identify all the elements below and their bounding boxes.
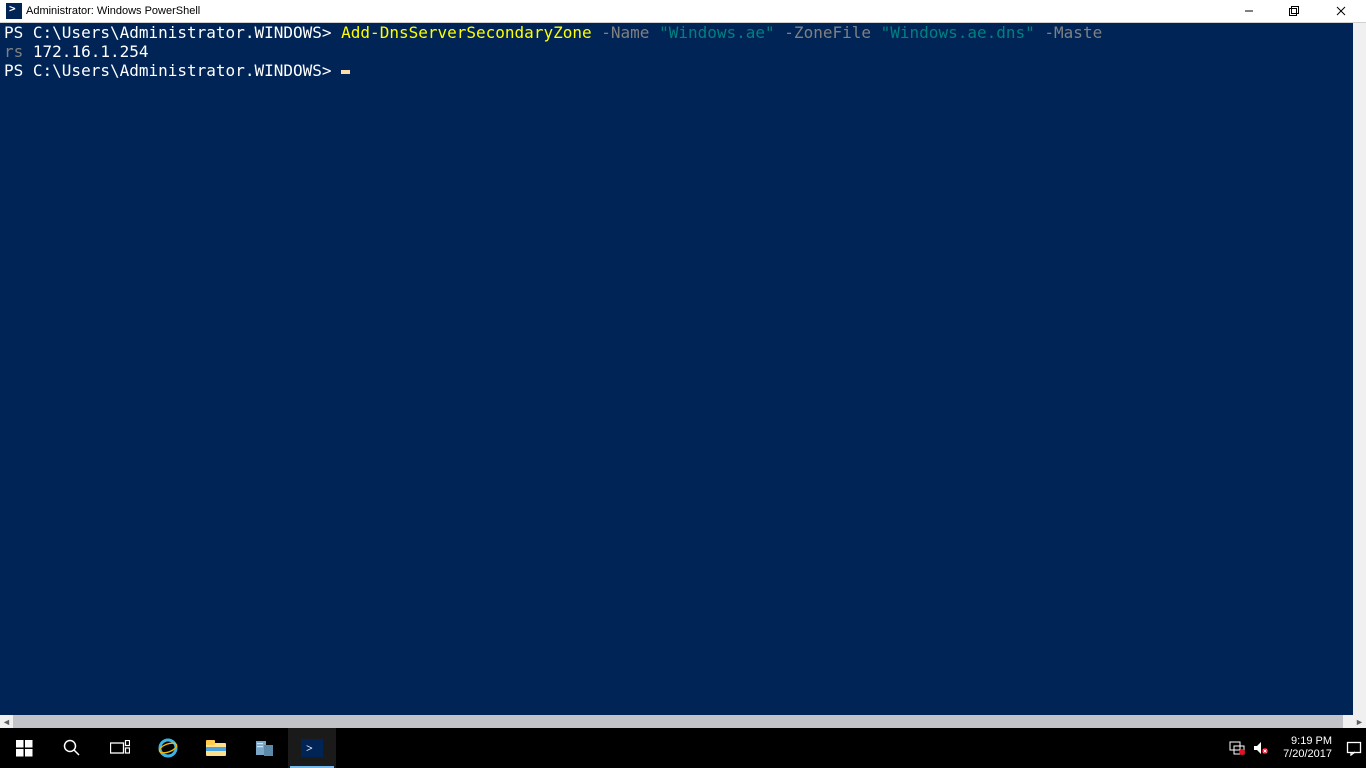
taskbar-app-explorer[interactable] [192,728,240,768]
param-name-value: "Windows.ae" [659,23,775,42]
scroll-track[interactable] [13,715,1353,728]
horizontal-scrollbar[interactable]: ◄ ► [0,715,1366,728]
vertical-scrollbar[interactable] [1353,23,1366,716]
param-name: -Name [601,23,649,42]
powershell-window: Administrator: Windows PowerShell PS C:\… [0,0,1366,728]
taskbar-app-ie[interactable] [144,728,192,768]
param-masters-start: -Maste [1044,23,1102,42]
clock-time: 9:19 PM [1283,735,1332,748]
cmdlet-name: Add-DnsServerSecondaryZone [341,23,591,42]
clock[interactable]: 9:19 PM 7/20/2017 [1277,735,1338,761]
network-icon[interactable] [1229,740,1245,756]
volume-icon[interactable] [1253,740,1269,756]
scroll-thumb[interactable] [13,715,1343,728]
param-zonefile: -ZoneFile [784,23,871,42]
prompt-text: PS C:\Users\Administrator.WINDOWS> [4,23,332,42]
taskbar-app-powershell[interactable]: > [288,728,336,768]
svg-text:>: > [306,741,313,755]
terminal[interactable]: PS C:\Users\Administrator.WINDOWS> Add-D… [0,23,1353,716]
scroll-right-icon[interactable]: ► [1353,715,1366,728]
param-masters-end: rs [4,42,23,61]
close-button[interactable] [1316,0,1366,22]
search-button[interactable] [48,728,96,768]
titlebar[interactable]: Administrator: Windows PowerShell [0,0,1366,23]
action-center-icon[interactable] [1346,740,1362,756]
start-button[interactable] [0,728,48,768]
system-tray[interactable]: 9:19 PM 7/20/2017 [1229,735,1366,761]
minimize-button[interactable] [1226,0,1271,22]
taskbar-app-server-manager[interactable] [240,728,288,768]
client-area: PS C:\Users\Administrator.WINDOWS> Add-D… [0,23,1366,728]
cursor [341,70,350,74]
scroll-left-icon[interactable]: ◄ [0,715,13,728]
window-title: Administrator: Windows PowerShell [26,5,200,17]
param-masters-value: 172.16.1.254 [33,42,149,61]
prompt-text: PS C:\Users\Administrator.WINDOWS> [4,61,332,80]
taskbar[interactable]: > 9:19 PM 7/20/2017 [0,728,1366,768]
task-view-button[interactable] [96,728,144,768]
maximize-button[interactable] [1271,0,1316,22]
powershell-icon [6,3,22,19]
param-zonefile-value: "Windows.ae.dns" [881,23,1035,42]
clock-date: 7/20/2017 [1283,748,1332,761]
